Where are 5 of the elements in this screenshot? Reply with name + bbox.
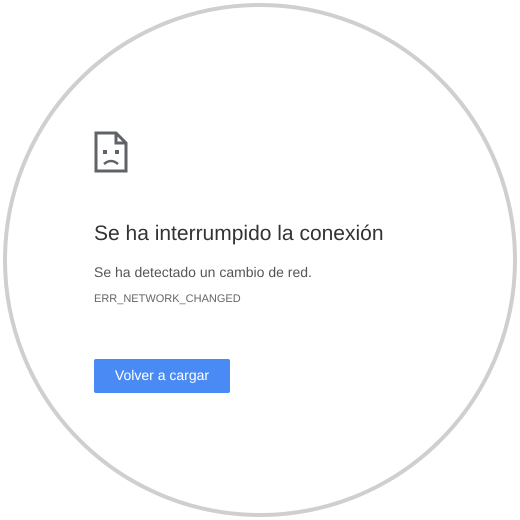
error-title: Se ha interrumpido la conexión — [94, 221, 384, 247]
error-message: Se ha detectado un cambio de red. — [94, 263, 312, 282]
reload-button[interactable]: Volver a cargar — [94, 358, 230, 393]
error-code: ERR_NETWORK_CHANGED — [94, 292, 241, 308]
sad-page-icon — [94, 131, 128, 173]
